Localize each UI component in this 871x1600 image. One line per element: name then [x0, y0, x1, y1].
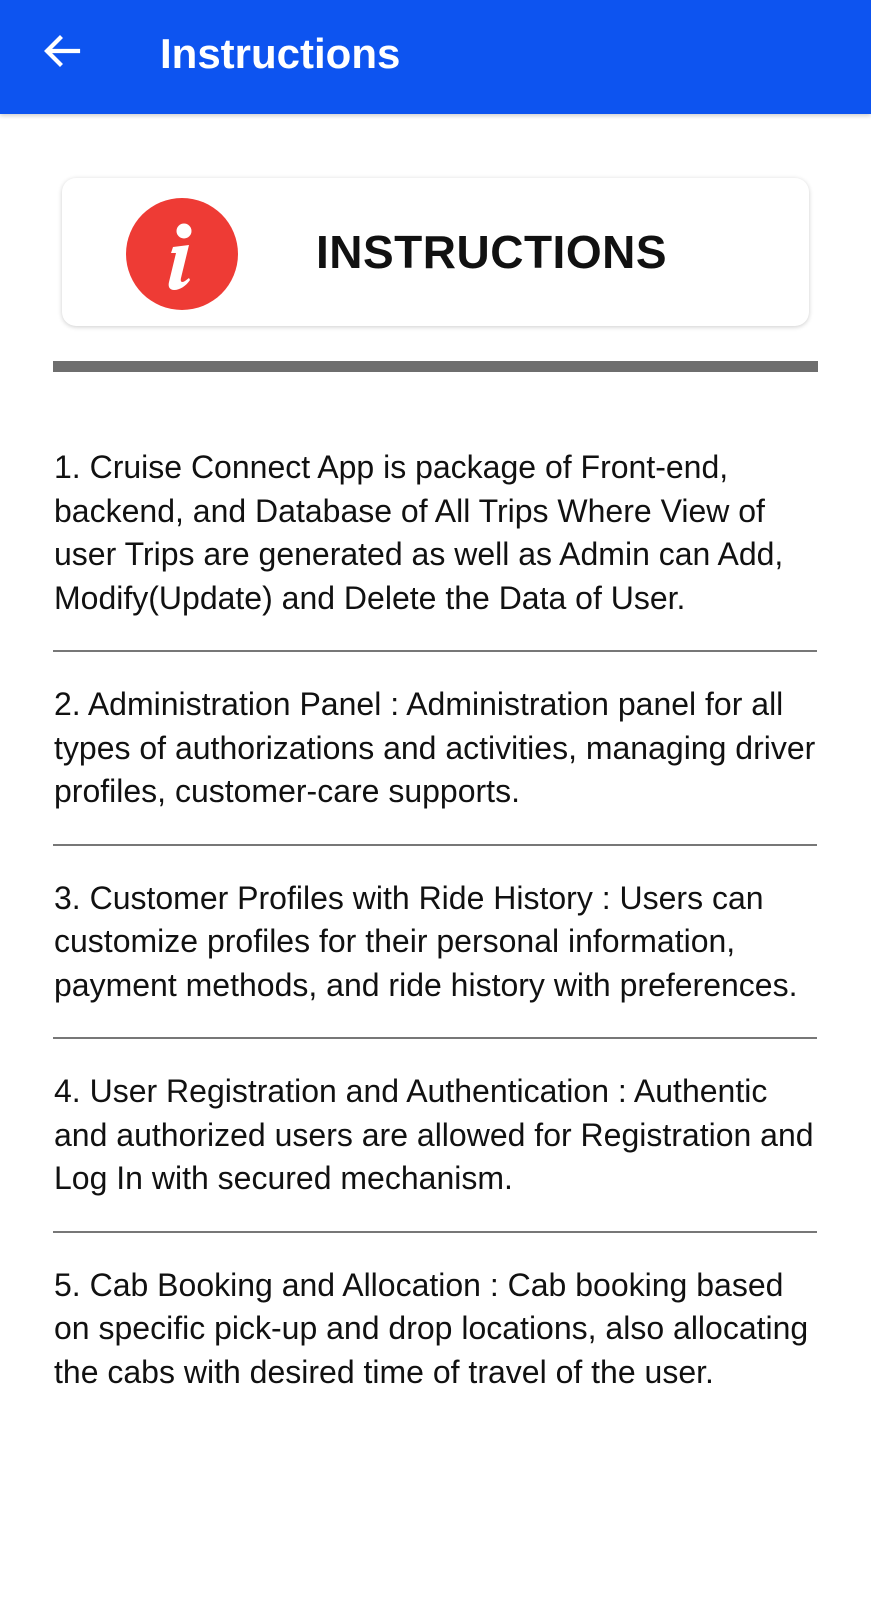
divider: [53, 1037, 817, 1039]
instructions-header-card: INSTRUCTIONS: [62, 178, 809, 326]
instruction-item-1: 1. Cruise Connect App is package of Fron…: [54, 449, 784, 616]
divider: [53, 1230, 817, 1233]
arrow-left-icon: [38, 27, 86, 80]
divider: [53, 650, 817, 652]
divider: [53, 843, 817, 846]
instruction-item-2: 2. Administration Panel : Administration…: [54, 686, 816, 809]
page-title: Instructions: [160, 30, 401, 77]
instructions-list: 1. Cruise Connect App is package of Fron…: [53, 446, 824, 1394]
instruction-item-4: 4. User Registration and Authentication …: [54, 1073, 814, 1196]
back-button[interactable]: [36, 27, 88, 79]
info-icon: [126, 198, 238, 310]
instruction-item-3: 3. Customer Profiles with Ride History :…: [54, 879, 798, 1003]
instruction-item-5: 5. Cab Booking and Allocation : Cab book…: [54, 1266, 809, 1390]
section-divider: [53, 361, 818, 372]
card-title: INSTRUCTIONS: [316, 226, 667, 278]
app-bar: Instructions: [0, 0, 871, 114]
